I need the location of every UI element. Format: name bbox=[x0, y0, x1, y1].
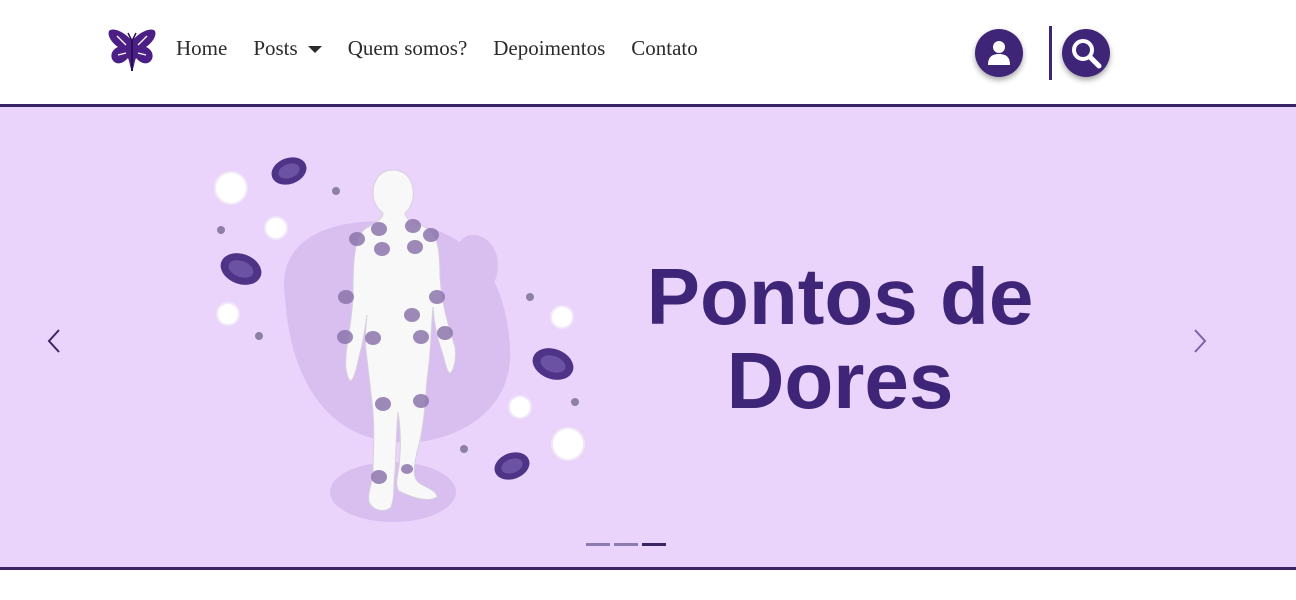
nav-item-posts[interactable]: Posts bbox=[253, 36, 322, 61]
search-icon bbox=[1072, 39, 1102, 69]
carousel-indicator-1[interactable] bbox=[586, 543, 610, 546]
nav-item-depoimentos[interactable]: Depoimentos bbox=[493, 36, 605, 61]
nav-item-label: Contato bbox=[631, 36, 698, 60]
body-pain-illustration bbox=[205, 147, 595, 527]
carousel-indicator-2[interactable] bbox=[614, 543, 638, 546]
chevron-left-icon bbox=[47, 329, 60, 353]
nav-menu: Home Posts Quem somos? Depoimentos Conta… bbox=[176, 36, 724, 61]
user-button[interactable] bbox=[975, 29, 1023, 77]
caret-down-icon bbox=[307, 46, 322, 53]
chevron-right-icon bbox=[1194, 329, 1207, 353]
nav-item-quem-somos[interactable]: Quem somos? bbox=[348, 36, 468, 61]
slide-title: Pontos de Dores bbox=[646, 252, 1034, 425]
nav-divider bbox=[1049, 26, 1052, 80]
search-button[interactable] bbox=[1062, 29, 1110, 77]
butterfly-icon[interactable] bbox=[106, 27, 158, 77]
carousel-prev-button[interactable] bbox=[40, 325, 70, 357]
carousel-indicator-3[interactable] bbox=[642, 543, 666, 546]
carousel-next-button[interactable] bbox=[1186, 325, 1216, 357]
carousel-indicators bbox=[586, 543, 670, 546]
nav-item-label: Depoimentos bbox=[493, 36, 606, 60]
user-icon bbox=[988, 41, 1010, 65]
navbar: Home Posts Quem somos? Depoimentos Conta… bbox=[0, 0, 1296, 104]
nav-item-contato[interactable]: Contato bbox=[631, 36, 698, 61]
nav-item-label: Quem somos? bbox=[347, 36, 468, 60]
hero-carousel: Pontos de Dores bbox=[0, 104, 1296, 570]
nav-item-label: Home bbox=[176, 36, 228, 60]
nav-item-label: Posts bbox=[253, 36, 298, 60]
nav-item-home[interactable]: Home bbox=[176, 36, 227, 61]
